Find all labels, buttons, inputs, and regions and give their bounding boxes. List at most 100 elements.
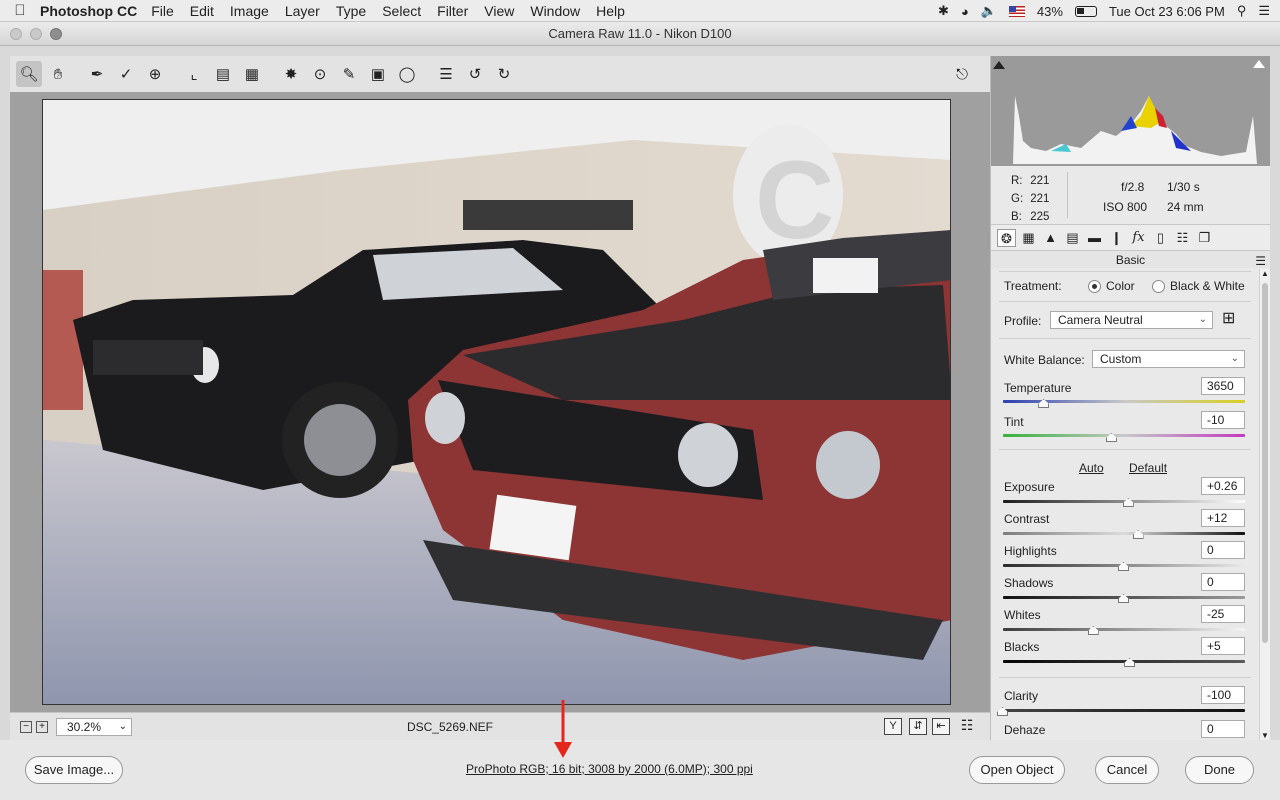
treatment-color-radio[interactable]: Color: [1088, 279, 1135, 294]
menu-image[interactable]: Image: [230, 3, 269, 19]
done-button[interactable]: Done: [1185, 756, 1254, 784]
tab-hsl-icon[interactable]: ▤: [1063, 229, 1082, 247]
tab-presets-icon[interactable]: ☷: [1173, 229, 1192, 247]
exposure-input[interactable]: +0.26: [1201, 477, 1245, 495]
app-menu[interactable]: Photoshop CC: [40, 3, 137, 19]
straighten-icon[interactable]: ▤: [210, 61, 236, 87]
adjustment-brush-icon[interactable]: ✎: [336, 61, 362, 87]
contrast-input[interactable]: +12: [1201, 509, 1245, 527]
scroll-down-icon[interactable]: ▼: [1261, 731, 1269, 740]
divider: [1067, 172, 1068, 218]
white-balance-select[interactable]: Custom ⌄: [1092, 350, 1245, 368]
crop-icon[interactable]: ⌞: [181, 61, 207, 87]
window-title: Camera Raw 11.0 - Nikon D100: [548, 26, 732, 41]
clarity-slider-track[interactable]: [1003, 709, 1245, 712]
color-sampler-icon[interactable]: ✓: [113, 61, 139, 87]
cancel-button[interactable]: Cancel: [1095, 756, 1159, 784]
scroll-up-icon[interactable]: ▲: [1261, 269, 1269, 278]
blacks-slider-track[interactable]: [1003, 660, 1245, 663]
contrast-slider-track[interactable]: [1003, 532, 1245, 535]
radial-filter-icon[interactable]: ◯: [394, 61, 420, 87]
wifi-icon[interactable]: ◕: [961, 4, 969, 19]
graduated-filter-icon[interactable]: ▣: [365, 61, 391, 87]
save-image-button[interactable]: Save Image...: [25, 756, 123, 784]
treatment-bw-radio[interactable]: Black & White: [1152, 279, 1245, 294]
annotation-arrow-icon: [554, 700, 572, 758]
list-icon[interactable]: ☰: [433, 61, 459, 87]
before-after-toggle[interactable]: Y: [884, 718, 902, 735]
divider: [999, 677, 1251, 678]
highlights-input[interactable]: 0: [1201, 541, 1245, 559]
whites-slider-track[interactable]: [1003, 628, 1245, 631]
zoom-icon[interactable]: 🔍︎: [16, 61, 42, 87]
image-preview-area[interactable]: C: [10, 92, 990, 712]
scrollbar-thumb[interactable]: [1262, 283, 1268, 643]
spotlight-icon[interactable]: ⚲: [1237, 3, 1247, 19]
auto-button[interactable]: Auto: [1079, 461, 1104, 475]
tab-effects-icon[interactable]: fx: [1129, 229, 1148, 247]
preview-preferences-icon[interactable]: ☷: [958, 718, 976, 735]
menu-layer[interactable]: Layer: [285, 3, 320, 19]
dehaze-input[interactable]: 0: [1201, 720, 1245, 738]
basic-panel: Treatment: Color Black & White Profile: …: [991, 269, 1259, 740]
tab-tone-curve-icon[interactable]: ▦: [1019, 229, 1038, 247]
temperature-slider-track[interactable]: [1003, 400, 1245, 403]
menu-window[interactable]: Window: [530, 3, 580, 19]
zoom-window-button[interactable]: [50, 28, 62, 40]
menu-edit[interactable]: Edit: [190, 3, 214, 19]
notification-center-icon[interactable]: ☰: [1258, 3, 1270, 19]
tab-detail-icon[interactable]: ▲: [1041, 229, 1060, 247]
menu-help[interactable]: Help: [596, 3, 625, 19]
radio-selected-icon[interactable]: [1088, 280, 1101, 294]
input-source-icon[interactable]: [1008, 5, 1025, 17]
shadows-input[interactable]: 0: [1201, 573, 1245, 591]
tab-camera-calibration-icon[interactable]: ▯: [1151, 229, 1170, 247]
menu-file[interactable]: File: [151, 3, 174, 19]
profile-browser-icon[interactable]: ⊞: [1222, 310, 1242, 330]
preview-status-bar: − + 30.2% ⌄ DSC_5269.NEF Y ⇵ ⇤ ☷: [10, 712, 990, 740]
tab-lens-corrections-icon[interactable]: ❙: [1107, 229, 1126, 247]
bluetooth-icon[interactable]: ✱: [938, 3, 949, 19]
rotate-left-icon[interactable]: ↺: [462, 61, 488, 87]
white-balance-icon[interactable]: ✒: [84, 61, 110, 87]
swap-settings-icon[interactable]: ⇵: [909, 718, 927, 735]
spot-removal-icon[interactable]: ✸: [278, 61, 304, 87]
open-preferences-icon[interactable]: ⎋: [949, 61, 975, 87]
iso: ISO 800: [1103, 200, 1148, 214]
whites-input[interactable]: -25: [1201, 605, 1245, 623]
apple-icon[interactable]: : [0, 2, 40, 19]
panel-scrollbar[interactable]: ▲ ▼: [1259, 269, 1270, 740]
menu-type[interactable]: Type: [336, 3, 366, 19]
menu-select[interactable]: Select: [382, 3, 421, 19]
copy-settings-icon[interactable]: ⇤: [932, 718, 950, 735]
close-window-button[interactable]: [10, 28, 22, 40]
profile-value: Camera Neutral: [1058, 313, 1143, 327]
photo-preview[interactable]: C: [42, 99, 951, 705]
tab-basic-icon[interactable]: ❂: [997, 228, 1016, 247]
panel-menu-icon[interactable]: ☰: [1255, 252, 1266, 270]
volume-icon[interactable]: 🔈: [981, 3, 997, 19]
transform-icon[interactable]: ▦: [239, 61, 265, 87]
clarity-input[interactable]: -100: [1201, 686, 1245, 704]
red-eye-icon[interactable]: ⊙: [307, 61, 333, 87]
tab-snapshots-icon[interactable]: ❐: [1195, 229, 1214, 247]
workflow-options-link[interactable]: ProPhoto RGB; 16 bit; 3008 by 2000 (6.0M…: [466, 762, 753, 776]
tint-input[interactable]: -10: [1201, 411, 1245, 429]
target-adjust-icon[interactable]: ⊕: [142, 61, 168, 87]
radio-icon[interactable]: [1152, 280, 1165, 294]
tint-slider-track[interactable]: [1003, 434, 1245, 437]
tab-split-toning-icon[interactable]: ▬: [1085, 229, 1104, 247]
hand-icon[interactable]: ✋︎: [45, 61, 71, 87]
blacks-input[interactable]: +5: [1201, 637, 1245, 655]
default-button[interactable]: Default: [1129, 461, 1167, 475]
profile-select[interactable]: Camera Neutral ⌄: [1050, 311, 1213, 329]
rotate-right-icon[interactable]: ↻: [491, 61, 517, 87]
battery-icon[interactable]: [1074, 5, 1097, 17]
clock[interactable]: Tue Oct 23 6:06 PM: [1109, 4, 1225, 19]
histogram-graph: [993, 60, 1265, 164]
menu-view[interactable]: View: [484, 3, 514, 19]
open-object-button[interactable]: Open Object: [969, 756, 1065, 784]
minimize-window-button[interactable]: [30, 28, 42, 40]
temperature-input[interactable]: 3650: [1201, 377, 1245, 395]
menu-filter[interactable]: Filter: [437, 3, 468, 19]
